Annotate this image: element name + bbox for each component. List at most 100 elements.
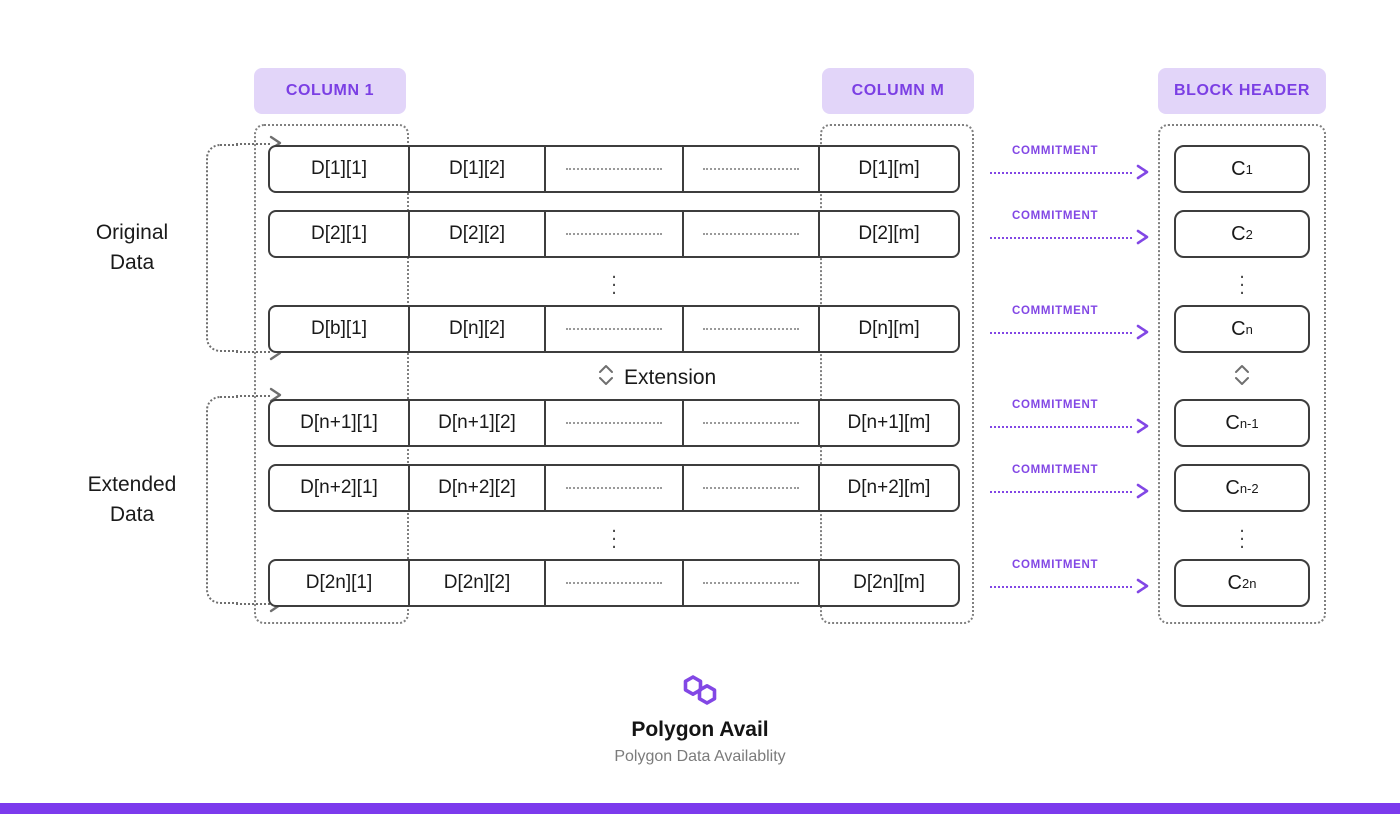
horizontal-dots-icon bbox=[703, 422, 799, 424]
commitment-arrow: COMMITMENT bbox=[990, 210, 1150, 254]
data-cell: D[2n][1] bbox=[270, 561, 410, 605]
commitment-arrow: COMMITMENT bbox=[990, 464, 1150, 508]
horizontal-dots-icon bbox=[703, 233, 799, 235]
bracket-tip-top bbox=[236, 395, 270, 397]
original-data-label: Original Data bbox=[95, 221, 169, 274]
data-cell: D[n+1][m] bbox=[847, 412, 931, 433]
horizontal-dots-icon bbox=[566, 582, 662, 584]
data-cell: D[1][1] bbox=[270, 147, 410, 191]
commitment-base: C bbox=[1231, 317, 1246, 340]
brand-tagline: Polygon Data Availablity bbox=[614, 748, 786, 765]
commitment-sub: 1 bbox=[1245, 161, 1253, 177]
vertical-ellipsis-icon: ... bbox=[611, 515, 617, 553]
vertical-ellipsis-icon: ... bbox=[1239, 515, 1245, 553]
table-row: D[1][1] D[1][2] D[1][m] bbox=[268, 145, 960, 193]
commitment-box: C1 bbox=[1174, 145, 1310, 193]
column-1-label: COLUMN 1 bbox=[285, 82, 375, 99]
extended-data-label: Extended Data bbox=[87, 473, 177, 526]
vertical-ellipsis-icon: ... bbox=[1239, 261, 1245, 299]
column-1-boundary bbox=[254, 124, 409, 624]
data-cell: D[2n][m] bbox=[853, 572, 925, 593]
arrow-line bbox=[990, 426, 1132, 428]
polygon-logo-icon bbox=[0, 672, 1400, 708]
commitment-arrow: COMMITMENT bbox=[990, 399, 1150, 443]
arrow-line bbox=[990, 491, 1132, 493]
bracket-arm bbox=[206, 144, 238, 352]
column-m-pill: COLUMN M bbox=[822, 68, 974, 114]
commitment-arrow: COMMITMENT bbox=[990, 145, 1150, 189]
commitment-sub: 2n bbox=[1241, 575, 1257, 591]
commitment-label: COMMITMENT bbox=[1012, 399, 1099, 411]
block-header-label: BLOCK HEADER bbox=[1173, 82, 1311, 99]
commitment-box: Cn-2 bbox=[1174, 464, 1310, 512]
commitment-base: C bbox=[1227, 571, 1242, 594]
commitment-label: COMMITMENT bbox=[1012, 559, 1099, 571]
ellipsis-cell bbox=[684, 212, 820, 256]
data-cell: D[n][m] bbox=[858, 318, 920, 339]
commitment-box: C 2n bbox=[1174, 559, 1310, 607]
table-row: D[b][1] D[n][2] D[n][m] bbox=[268, 305, 960, 353]
commitment-label: COMMITMENT bbox=[1012, 305, 1099, 317]
horizontal-dots-icon bbox=[566, 487, 662, 489]
data-cell: D[n+2][2] bbox=[410, 466, 546, 510]
commitment-sub: n-1 bbox=[1239, 415, 1259, 431]
data-cell: D[n][2] bbox=[410, 307, 546, 351]
data-cell: D[2][2] bbox=[410, 212, 546, 256]
ellipsis-cell bbox=[546, 307, 684, 351]
ellipsis-cell bbox=[546, 561, 684, 605]
commitment-box: C2 bbox=[1174, 210, 1310, 258]
data-cell: D[n+1][2] bbox=[410, 401, 546, 445]
data-cell: D[2][1] bbox=[270, 212, 410, 256]
commitment-box: Cn bbox=[1174, 305, 1310, 353]
arrow-line bbox=[990, 586, 1132, 588]
block-header-pill: BLOCK HEADER bbox=[1158, 68, 1326, 114]
ellipsis-cell bbox=[546, 401, 684, 445]
horizontal-dots-icon bbox=[566, 422, 662, 424]
bracket-tip-top bbox=[236, 143, 270, 145]
commitment-box: Cn-1 bbox=[1174, 399, 1310, 447]
commitment-sub: 2 bbox=[1245, 226, 1253, 242]
brand-name: Polygon Avail bbox=[631, 718, 769, 741]
horizontal-dots-icon bbox=[566, 328, 662, 330]
commitment-base: C bbox=[1225, 476, 1240, 499]
data-cell: D[1][m] bbox=[858, 158, 920, 179]
arrowhead-icon bbox=[1136, 163, 1150, 181]
bracket-tip-bottom bbox=[236, 351, 270, 353]
updown-chevron-icon bbox=[1232, 362, 1252, 393]
data-cell: D[b][1] bbox=[270, 307, 410, 351]
column-m-label: COLUMN M bbox=[851, 82, 945, 99]
data-cell: D[n+2][1] bbox=[270, 466, 410, 510]
extension-label: Extension bbox=[624, 366, 717, 389]
data-cell: D[n+2][m] bbox=[847, 477, 931, 498]
table-row: D[2n][1] D[2n][2] D[2n][m] bbox=[268, 559, 960, 607]
ellipsis-cell bbox=[684, 307, 820, 351]
horizontal-dots-icon bbox=[566, 168, 662, 170]
ellipsis-cell bbox=[684, 466, 820, 510]
arrow-line bbox=[990, 172, 1132, 174]
arrow-line bbox=[990, 332, 1132, 334]
ellipsis-cell bbox=[546, 466, 684, 510]
diagram-canvas: COLUMN 1 COLUMN M BLOCK HEADER Original … bbox=[0, 0, 1400, 814]
bracket-arm bbox=[206, 396, 238, 604]
column-1-pill: COLUMN 1 bbox=[254, 68, 406, 114]
bracket-tip-bottom bbox=[236, 603, 270, 605]
table-row: D[2][1] D[2][2] D[2][m] bbox=[268, 210, 960, 258]
commitment-label: COMMITMENT bbox=[1012, 145, 1099, 157]
horizontal-dots-icon bbox=[703, 168, 799, 170]
commitment-arrow: COMMITMENT bbox=[990, 305, 1150, 349]
table-row: D[n+2][1] D[n+2][2] D[n+2][m] bbox=[268, 464, 960, 512]
data-cell: D[n+1][1] bbox=[270, 401, 410, 445]
arrow-line bbox=[990, 237, 1132, 239]
vertical-ellipsis-icon: ... bbox=[611, 261, 617, 299]
commitment-base: C bbox=[1231, 222, 1246, 245]
column-m-boundary bbox=[820, 124, 974, 624]
ellipsis-cell bbox=[546, 147, 684, 191]
horizontal-dots-icon bbox=[703, 582, 799, 584]
commitment-sub: n bbox=[1245, 321, 1253, 337]
bottom-accent-bar bbox=[0, 803, 1400, 814]
commitment-label: COMMITMENT bbox=[1012, 464, 1099, 476]
ellipsis-cell bbox=[684, 401, 820, 445]
arrowhead-icon bbox=[1136, 417, 1150, 435]
arrowhead-icon bbox=[1136, 323, 1150, 341]
horizontal-dots-icon bbox=[566, 233, 662, 235]
